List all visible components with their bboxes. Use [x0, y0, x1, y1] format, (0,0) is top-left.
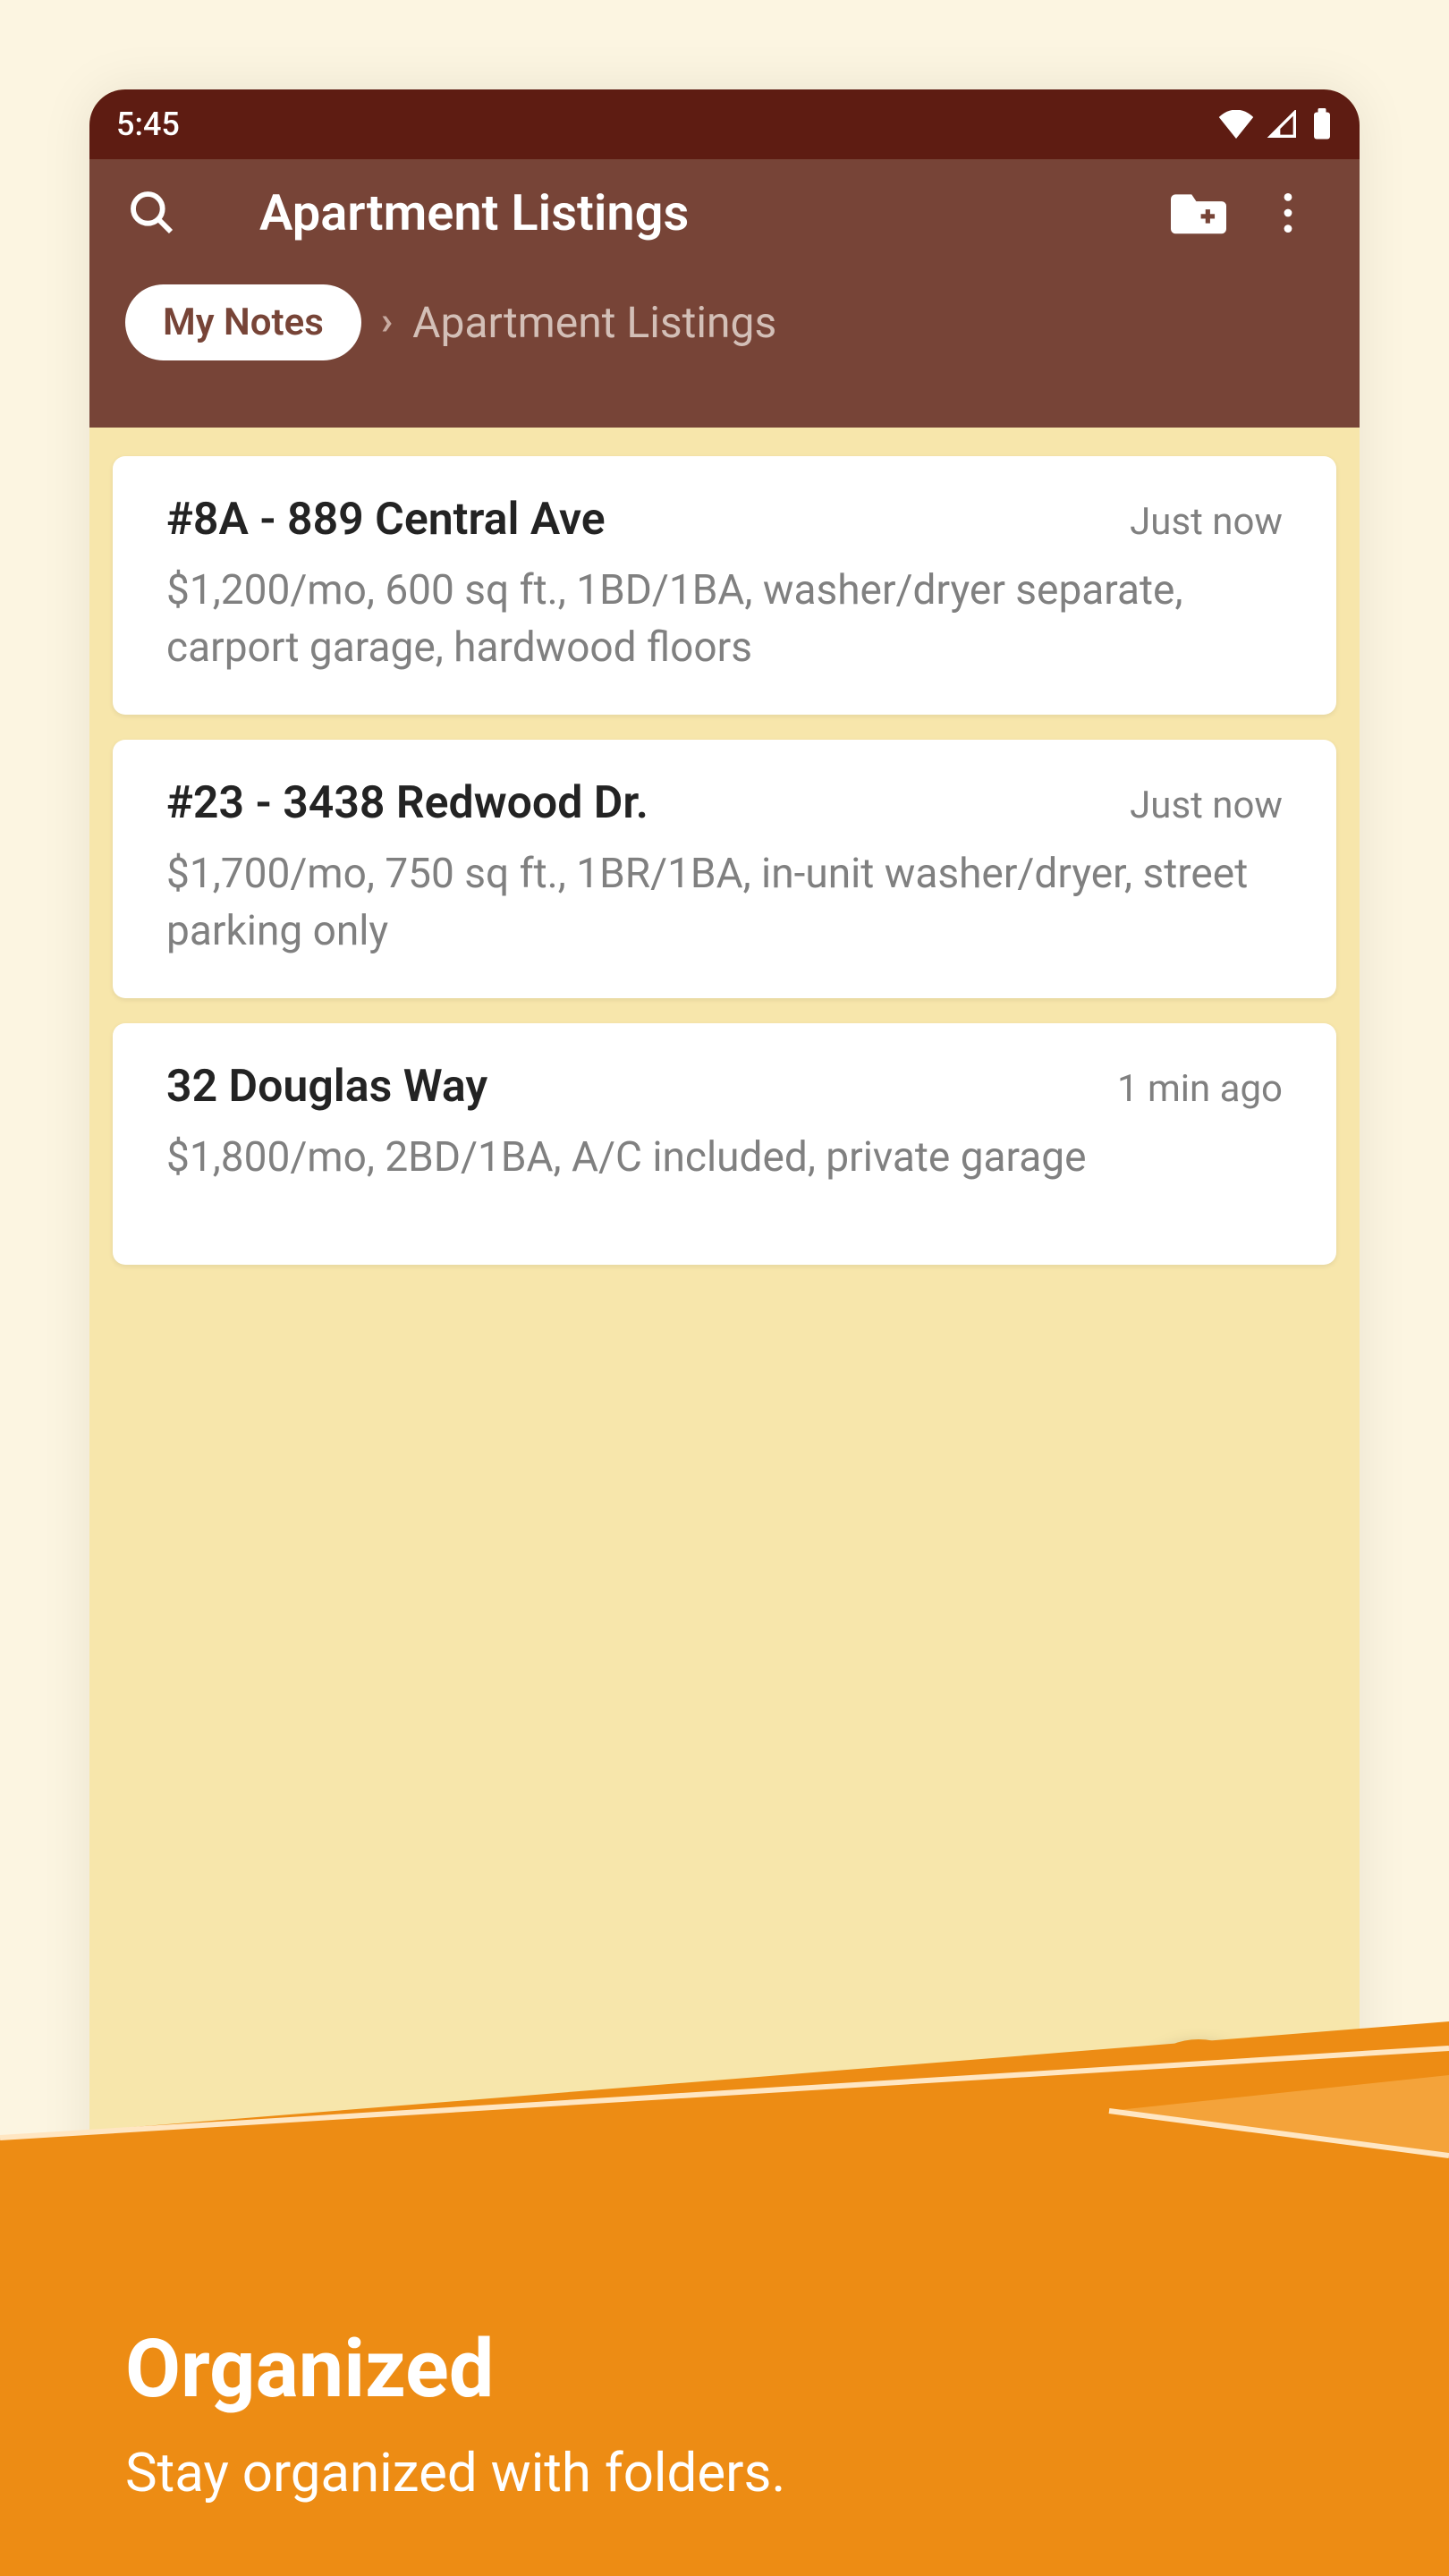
breadcrumb: My Notes › Apartment Listings [89, 267, 1360, 428]
breadcrumb-root[interactable]: My Notes [125, 284, 361, 360]
notes-list: #8A - 889 Central Ave Just now $1,200/mo… [89, 428, 1360, 1265]
note-body: $1,700/mo, 750 sq ft., 1BR/1BA, in-unit … [166, 845, 1283, 961]
banner-title: Organized [125, 2322, 785, 2416]
chevron-right-icon: › [381, 284, 393, 343]
note-body: $1,800/mo, 2BD/1BA, A/C included, privat… [166, 1129, 1283, 1186]
wifi-icon [1218, 110, 1254, 139]
breadcrumb-current: Apartment Listings [412, 284, 776, 348]
note-title: #8A - 889 Central Ave [166, 494, 606, 546]
note-title: #23 - 3438 Redwood Dr. [166, 777, 648, 829]
note-timestamp: 1 min ago [1117, 1067, 1283, 1111]
note-timestamp: Just now [1130, 784, 1283, 827]
new-folder-icon[interactable] [1154, 190, 1243, 236]
battery-icon [1311, 108, 1333, 140]
status-bar: 5:45 [89, 89, 1360, 159]
note-card[interactable]: 32 Douglas Way 1 min ago $1,800/mo, 2BD/… [113, 1023, 1336, 1265]
note-card[interactable]: #8A - 889 Central Ave Just now $1,200/mo… [113, 456, 1336, 715]
note-card[interactable]: #23 - 3438 Redwood Dr. Just now $1,700/m… [113, 740, 1336, 998]
banner-subtitle: Stay organized with folders. [125, 2441, 785, 2504]
overflow-menu-icon[interactable] [1243, 193, 1333, 233]
note-body: $1,200/mo, 600 sq ft., 1BD/1BA, washer/d… [166, 562, 1283, 677]
note-timestamp: Just now [1130, 500, 1283, 544]
cell-signal-icon [1265, 110, 1301, 139]
promo-banner: Organized Stay organized with folders. [0, 2021, 1449, 2576]
note-title: 32 Douglas Way [166, 1061, 487, 1113]
app-bar: Apartment Listings [89, 159, 1360, 267]
page-title: Apartment Listings [188, 183, 1154, 242]
status-time: 5:45 [116, 106, 180, 143]
status-indicators [1218, 108, 1333, 140]
search-icon[interactable] [116, 188, 188, 238]
phone-frame: 5:45 Apartment Listings My Notes › Apart [89, 89, 1360, 2236]
